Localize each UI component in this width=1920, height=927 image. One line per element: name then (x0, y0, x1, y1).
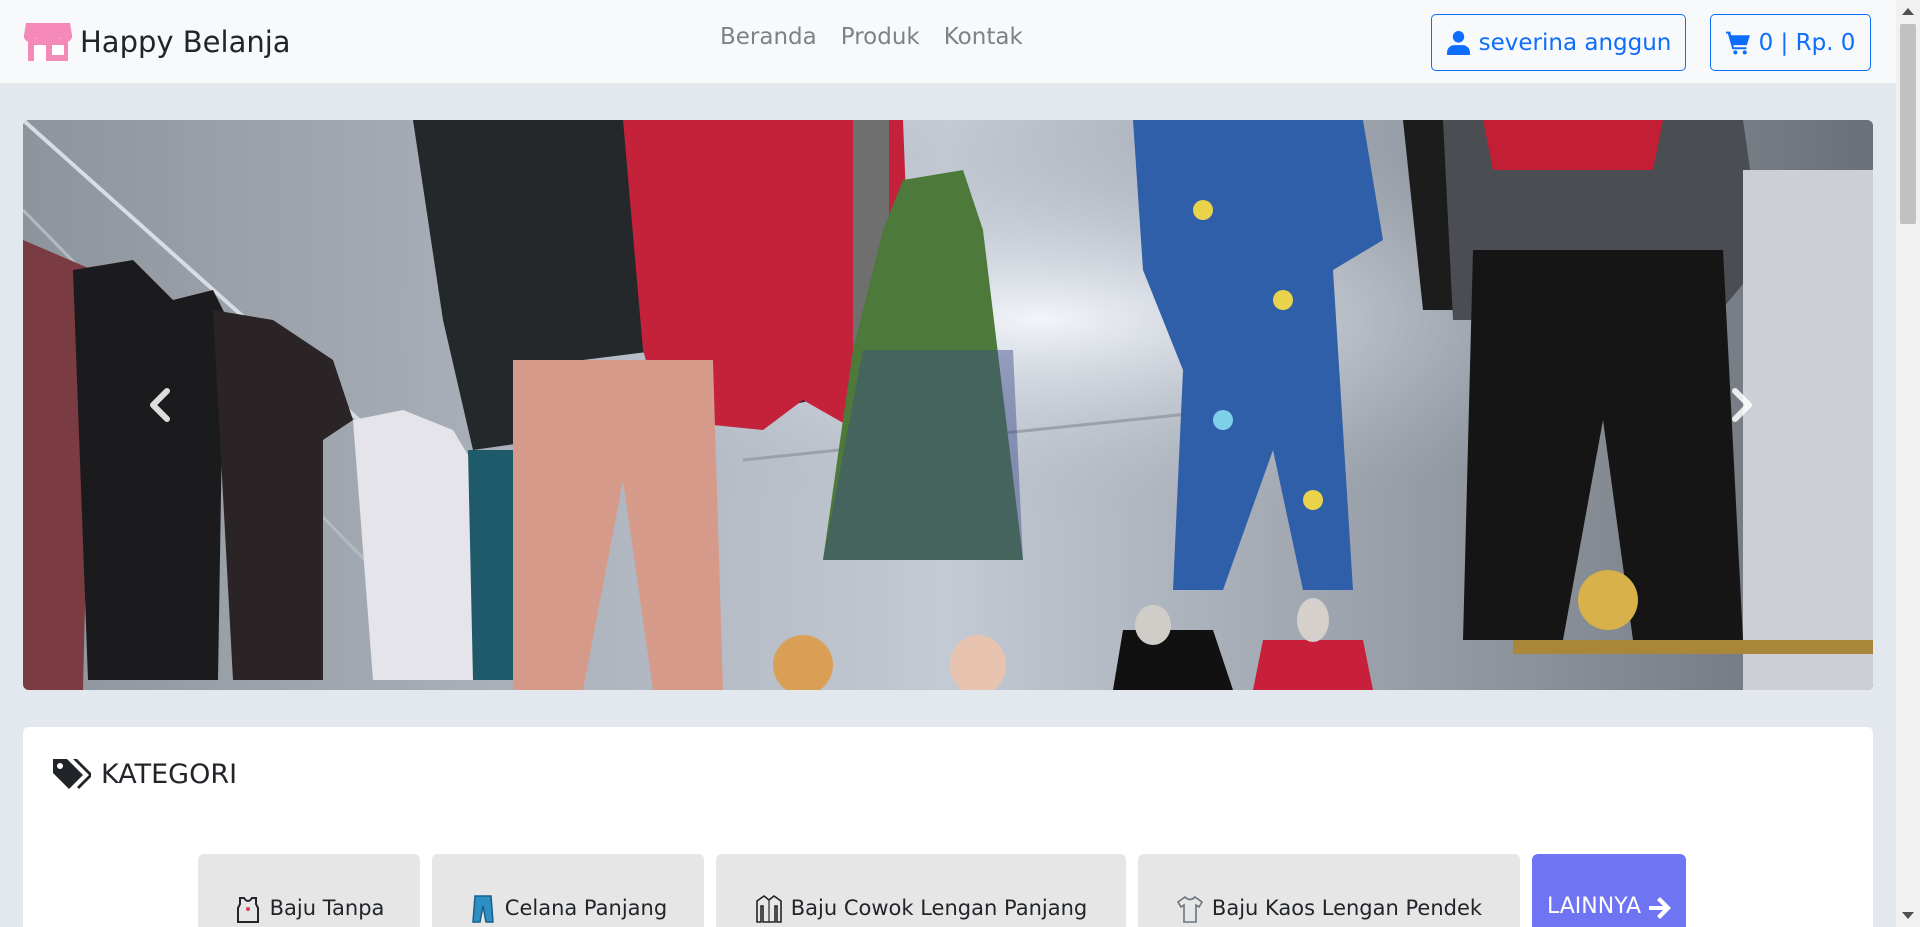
user-icon (1446, 31, 1470, 55)
category-card: KATEGORI Baju Tanpa Celana Panjang Baju … (23, 727, 1873, 927)
section-title: KATEGORI (101, 758, 238, 790)
more-label: LAINNYA (1547, 894, 1641, 919)
scroll-thumb[interactable] (1900, 24, 1916, 224)
nav-link-kontak[interactable]: Kontak (944, 24, 1023, 50)
t-shirt-icon (1176, 895, 1203, 923)
category-label: Celana Panjang (504, 896, 668, 920)
category-list: Baju Tanpa Celana Panjang Baju Cowok Len… (198, 854, 1686, 927)
category-header: KATEGORI (51, 757, 237, 791)
brand-name: Happy Belanja (80, 25, 291, 59)
brand-link[interactable]: Happy Belanja (24, 18, 291, 66)
scroll-up-arrow-icon[interactable] (1902, 8, 1914, 15)
tank-top-icon (236, 897, 259, 923)
cart-button[interactable]: 0 | Rp. 0 (1710, 14, 1871, 71)
main-nav: Beranda Produk Kontak (720, 24, 1023, 50)
nav-link-produk[interactable]: Produk (841, 24, 920, 50)
category-item[interactable]: Baju Cowok Lengan Panjang (716, 854, 1126, 927)
category-label: Baju Tanpa (269, 896, 385, 920)
nav-link-beranda[interactable]: Beranda (720, 24, 817, 50)
cart-summary: 0 | Rp. 0 (1758, 29, 1856, 56)
chevron-right-icon (1732, 388, 1752, 422)
navbar: Happy Belanja Beranda Produk Kontak seve… (0, 0, 1896, 84)
cart-icon (1725, 31, 1750, 55)
store-display-photo (23, 120, 1873, 690)
long-sleeve-shirt-icon (755, 894, 782, 923)
category-label: Baju Kaos Lengan Pendek (1211, 896, 1483, 920)
store-icon (24, 23, 72, 61)
arrow-right-icon (1649, 897, 1671, 919)
hero-carousel (23, 120, 1873, 690)
category-item[interactable]: Celana Panjang (432, 854, 704, 927)
carousel-next-button[interactable] (1713, 370, 1773, 440)
carousel-prev-button[interactable] (129, 370, 189, 440)
user-account-button[interactable]: severina anggun (1431, 14, 1686, 71)
page-scrollbar[interactable] (1896, 0, 1920, 927)
trousers-icon (471, 895, 494, 923)
chevron-left-icon (150, 388, 170, 422)
category-item[interactable]: Baju Kaos Lengan Pendek (1138, 854, 1520, 927)
more-categories-button[interactable]: LAINNYA (1532, 854, 1686, 927)
scroll-down-arrow-icon[interactable] (1902, 912, 1914, 919)
user-name: severina anggun (1478, 29, 1672, 56)
category-item[interactable]: Baju Tanpa (198, 854, 420, 927)
tags-icon (53, 759, 91, 789)
category-label: Baju Cowok Lengan Panjang (790, 896, 1088, 920)
